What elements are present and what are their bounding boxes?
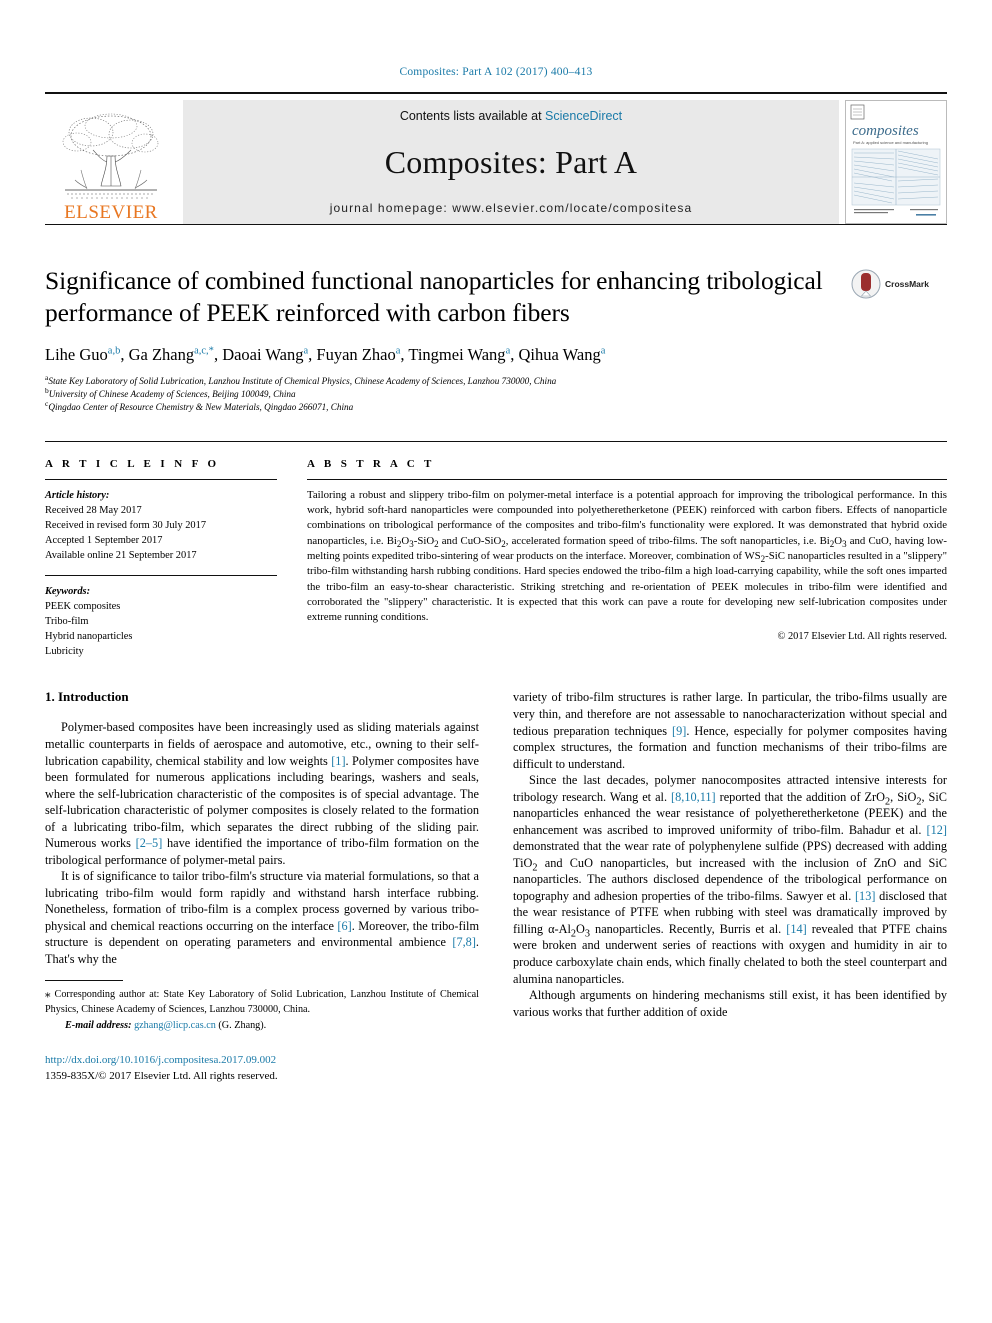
citation-link[interactable]: [2–5] xyxy=(136,836,163,850)
author-affil-marker: a xyxy=(303,345,309,357)
citation-link[interactable]: [6] xyxy=(337,919,351,933)
author[interactable]: Fuyan Zhaoa xyxy=(316,345,400,364)
affiliation-item: aState Key Laboratory of Solid Lubricati… xyxy=(45,372,557,386)
affiliation-item: cQingdao Center of Resource Chemistry & … xyxy=(45,399,354,413)
intro-paragraph: Polymer-based composites have been incre… xyxy=(45,720,479,867)
author[interactable]: Tingmei Wanga xyxy=(408,345,510,364)
corresponding-author-note: ⁎ Corresponding author at: State Key Lab… xyxy=(45,987,479,1032)
contents-available-line: Contents lists available at ScienceDirec… xyxy=(400,109,622,123)
running-head: Composites: Part A 102 (2017) 400–413 xyxy=(399,66,593,78)
author[interactable]: Daoai Wanga xyxy=(222,345,308,364)
svg-text:composites: composites xyxy=(852,123,919,139)
doi-link[interactable]: http://dx.doi.org/10.1016/j.compositesa.… xyxy=(45,1053,479,1069)
keywords-label: Keywords: xyxy=(45,586,91,598)
history-item: Received 28 May 2017 xyxy=(45,504,142,516)
title-block: CrossMark Significance of combined funct… xyxy=(45,265,947,415)
citation-link[interactable]: [14] xyxy=(786,922,807,936)
crossmark-icon xyxy=(851,269,881,299)
history-item: Available online 21 September 2017 xyxy=(45,550,197,561)
elsevier-logo: ELSEVIER xyxy=(45,100,177,224)
author-affil-marker: a,c,* xyxy=(194,345,214,357)
author-affil-marker: a xyxy=(505,345,511,357)
author[interactable]: Qihua Wanga xyxy=(518,345,605,364)
citation-link[interactable]: [9] xyxy=(672,724,686,738)
section-heading-introduction: 1. Introduction xyxy=(45,689,129,705)
footnote-email-line: E-mail address: gzhang@licp.cas.cn (G. Z… xyxy=(45,1019,479,1033)
citation-link[interactable]: [7,8] xyxy=(452,935,476,949)
keywords-group: Keywords: PEEK composites Tribo-film Hyb… xyxy=(45,584,277,659)
body-column-right: variety of tribo-film structures is rath… xyxy=(513,689,947,1084)
abstract-text: Tailoring a robust and slippery tribo-fi… xyxy=(307,488,947,624)
journal-cover-thumbnail: composites Part A: applied science and m… xyxy=(845,100,947,224)
author-affil-marker: a,b xyxy=(107,345,121,357)
elsevier-tree-icon xyxy=(62,113,159,199)
journal-masthead: ELSEVIER Contents lists available at Sci… xyxy=(45,92,947,224)
footer-identifiers: http://dx.doi.org/10.1016/j.compositesa.… xyxy=(45,1053,479,1085)
info-abstract-region: A R T I C L E I N F O Article history: R… xyxy=(45,440,947,660)
keyword-item: Tribo-film xyxy=(45,616,89,628)
sciencedirect-link[interactable]: ScienceDirect xyxy=(545,109,622,123)
citation-link[interactable]: [13] xyxy=(855,889,876,903)
history-item: Accepted 1 September 2017 xyxy=(45,534,163,546)
article-info-heading: A R T I C L E I N F O xyxy=(45,457,220,470)
keyword-item: Lubricity xyxy=(45,646,84,658)
elsevier-wordmark: ELSEVIER xyxy=(64,202,158,223)
journal-homepage[interactable]: journal homepage: www.elsevier.com/locat… xyxy=(330,201,692,215)
article-history-label: Article history: xyxy=(45,489,110,501)
keywords-rule xyxy=(45,575,277,577)
page-title: Significance of combined functional nano… xyxy=(45,266,823,327)
body-column-left: 1. Introduction Polymer-based composites… xyxy=(45,689,479,1084)
history-item: Received in revised form 30 July 2017 xyxy=(45,519,207,531)
author-list: Lihe Guoa,b, Ga Zhanga,c,*, Daoai Wanga,… xyxy=(45,345,606,365)
paper-page: Composites: Part A 102 (2017) 400–413 EL… xyxy=(0,0,992,1323)
journal-band: Contents lists available at ScienceDirec… xyxy=(183,100,839,224)
author[interactable]: Lihe Guoa,b xyxy=(45,345,120,364)
intro-paragraph: variety of tribo-film structures is rath… xyxy=(513,690,948,771)
crossmark-label: CrossMark xyxy=(885,279,929,289)
abstract-copyright: © 2017 Elsevier Ltd. All rights reserved… xyxy=(777,630,948,642)
citation-link[interactable]: [1] xyxy=(331,754,345,768)
crossmark-badge[interactable]: CrossMark xyxy=(851,269,947,299)
body-columns: 1. Introduction Polymer-based composites… xyxy=(45,689,947,1084)
keyword-item: Hybrid nanoparticles xyxy=(45,631,133,643)
email-owner: (G. Zhang). xyxy=(218,1019,267,1031)
affiliation-list: aState Key Laboratory of Solid Lubricati… xyxy=(45,372,947,415)
journal-title: Composites: Part A xyxy=(384,143,638,180)
masthead-bottom-rule xyxy=(45,224,947,225)
citation-link[interactable]: [8,10,11] xyxy=(671,790,716,804)
keyword-item: PEEK composites xyxy=(45,601,121,613)
abstract-heading: A B S T R A C T xyxy=(307,457,435,470)
abstract-rule xyxy=(307,478,947,480)
footnote-rule xyxy=(45,980,123,982)
article-info-column: A R T I C L E I N F O Article history: R… xyxy=(45,458,277,660)
citation-link[interactable]: [12] xyxy=(927,823,948,837)
abstract-column: A B S T R A C T Tailoring a robust and s… xyxy=(307,458,947,660)
article-history-group: Article history: Received 28 May 2017 Re… xyxy=(45,488,277,563)
email-label: E-mail address: xyxy=(65,1019,132,1031)
svg-text:Part A: applied science and ma: Part A: applied science and manufacturin… xyxy=(853,140,928,145)
cover-artwork: composites Part A: applied science and m… xyxy=(846,101,946,223)
article-info-rule xyxy=(45,478,277,480)
email-link[interactable]: gzhang@licp.cas.cn xyxy=(134,1020,216,1031)
intro-paragraph: Although arguments on hindering mechanis… xyxy=(513,988,947,1019)
issn-copyright-line: 1359-835X/© 2017 Elsevier Ltd. All right… xyxy=(45,1069,278,1082)
footnote-text: Corresponding author at: State Key Labor… xyxy=(45,989,479,1015)
contents-prefix: Contents lists available at xyxy=(399,109,542,123)
author[interactable]: Ga Zhanga,c,* xyxy=(129,345,214,364)
author-affil-marker: a xyxy=(600,345,606,357)
footnote-block: ⁎ Corresponding author at: State Key Lab… xyxy=(45,980,479,1032)
intro-paragraph: It is of significance to tailor tribo-fi… xyxy=(45,869,480,966)
footnote-marker: ⁎ xyxy=(45,988,51,1001)
intro-paragraph: Since the last decades, polymer nanocomp… xyxy=(513,773,948,986)
author-affil-marker: a xyxy=(395,345,401,357)
affiliation-item: bUniversity of Chinese Academy of Scienc… xyxy=(45,385,296,399)
